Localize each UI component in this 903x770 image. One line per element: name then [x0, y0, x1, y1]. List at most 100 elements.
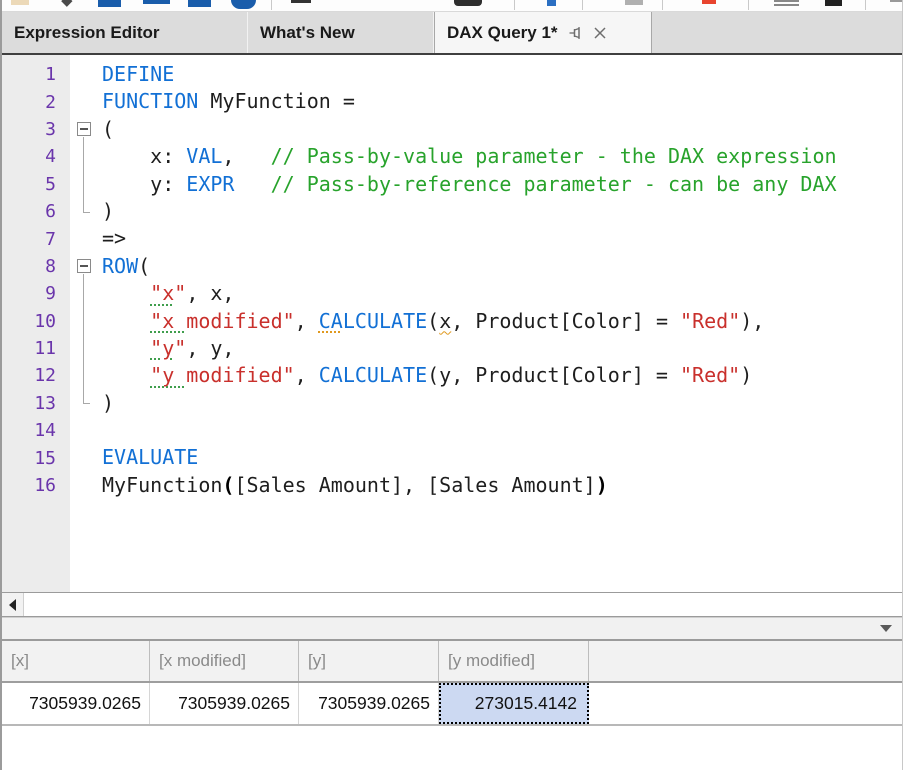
- line-number: 5: [2, 174, 70, 195]
- code-line-text: "y", y,: [102, 335, 234, 362]
- column-header-filler: [589, 641, 902, 681]
- code-line[interactable]: 6): [2, 198, 902, 225]
- toolbar-fragment[interactable]: [61, 0, 72, 7]
- code-line-text: EVALUATE: [102, 444, 198, 471]
- line-number: 10: [2, 311, 70, 332]
- line-number: 12: [2, 365, 70, 386]
- column-header[interactable]: [x modified]: [150, 641, 299, 681]
- results-grid-header: [x][x modified][y][y modified]: [2, 641, 902, 683]
- code-line[interactable]: 5 y: EXPR // Pass-by-reference parameter…: [2, 171, 902, 198]
- close-icon[interactable]: [592, 25, 608, 41]
- tab-whats-new[interactable]: What's New: [248, 12, 434, 53]
- code-line-text: y: EXPR // Pass-by-reference parameter -…: [102, 171, 837, 198]
- line-number: 8: [2, 256, 70, 277]
- line-number: 2: [2, 92, 70, 113]
- result-cell[interactable]: 7305939.0265: [150, 683, 299, 724]
- chevron-down-icon[interactable]: [880, 625, 892, 632]
- code-line-text: "x", x,: [102, 280, 234, 307]
- dax-studio-window: Expression Editor What's New DAX Query 1…: [0, 0, 903, 770]
- toolbar-fragment[interactable]: [231, 0, 256, 9]
- line-number: 4: [2, 146, 70, 167]
- line-number: 9: [2, 283, 70, 304]
- line-number: 16: [2, 475, 70, 496]
- tab-label: DAX Query 1*: [447, 23, 558, 43]
- code-line[interactable]: 11 "y", y,: [2, 335, 902, 362]
- scroll-left-button[interactable]: [2, 593, 24, 616]
- toolbar-fragment[interactable]: [188, 0, 211, 7]
- line-number: 15: [2, 448, 70, 469]
- code-line[interactable]: 2 FUNCTION MyFunction =: [2, 88, 902, 115]
- code-line[interactable]: 4 x: VAL, // Pass-by-value parameter - t…: [2, 143, 902, 170]
- fold-margin: [70, 390, 102, 417]
- tab-expression-editor[interactable]: Expression Editor: [2, 12, 248, 53]
- fold-margin: [70, 143, 102, 170]
- tab-dax-query-1[interactable]: DAX Query 1*: [434, 12, 652, 53]
- code-line-text: x: VAL, // Pass-by-value parameter - the…: [102, 143, 837, 170]
- toolbar-fragment[interactable]: [454, 0, 482, 6]
- toolbar-fragment[interactable]: [98, 0, 121, 7]
- code-line[interactable]: 3(: [2, 116, 902, 143]
- code-line-text: "x modified", CALCULATE(x, Product[Color…: [102, 308, 764, 335]
- code-line[interactable]: 9 "x", x,: [2, 280, 902, 307]
- fold-margin: [70, 335, 102, 362]
- toolbar-fragment[interactable]: [625, 0, 643, 5]
- code-line-text: ): [102, 390, 114, 417]
- column-header[interactable]: [y]: [299, 641, 439, 681]
- code-line[interactable]: 8 ROW(: [2, 253, 902, 280]
- code-line-text: DEFINE: [102, 61, 174, 88]
- code-line[interactable]: 15 EVALUATE: [2, 444, 902, 471]
- result-row-filler: [589, 683, 902, 724]
- collapse-minus-icon[interactable]: [77, 259, 91, 273]
- fold-margin: [70, 225, 102, 252]
- code-editor[interactable]: 1DEFINE2FUNCTION MyFunction =3(4 x: VAL,…: [2, 55, 902, 592]
- code-line-text: =>: [102, 225, 126, 252]
- code-line-text: FUNCTION MyFunction =: [102, 88, 355, 115]
- fold-margin: [70, 198, 102, 225]
- code-line[interactable]: 16MyFunction([Sales Amount], [Sales Amou…: [2, 472, 902, 499]
- line-number: 3: [2, 119, 70, 140]
- tab-label: Expression Editor: [14, 23, 159, 43]
- fold-margin: [70, 362, 102, 389]
- fold-margin: [70, 171, 102, 198]
- results-grid: [x][x modified][y][y modified] 7305939.0…: [2, 639, 902, 726]
- scroll-left-arrow-icon: [9, 599, 16, 611]
- collapse-minus-icon[interactable]: [77, 122, 91, 136]
- code-line-text: ROW(: [102, 253, 150, 280]
- toolbar-fragment[interactable]: [143, 0, 170, 4]
- result-cell[interactable]: 7305939.0265: [2, 683, 150, 724]
- editor-horizontal-scrollbar[interactable]: [2, 592, 902, 617]
- toolbar-fragment[interactable]: [774, 0, 799, 2]
- scrollbar-track[interactable]: [24, 593, 902, 616]
- pin-icon[interactable]: [568, 24, 586, 42]
- fold-margin: [70, 417, 102, 444]
- results-splitter[interactable]: [2, 617, 902, 639]
- selected-result-cell[interactable]: 273015.4142: [439, 683, 589, 724]
- fold-toggle[interactable]: [70, 116, 102, 143]
- fold-margin: [70, 61, 102, 88]
- code-line[interactable]: 10 "x modified", CALCULATE(x, Product[Co…: [2, 308, 902, 335]
- fold-toggle[interactable]: [70, 253, 102, 280]
- line-number: 14: [2, 420, 70, 441]
- toolbar-fragment[interactable]: [547, 0, 556, 6]
- results-grid-row: 7305939.02657305939.02657305939.02652730…: [2, 683, 902, 726]
- fold-margin: [70, 88, 102, 115]
- toolbar-fragment[interactable]: [702, 0, 716, 4]
- code-line[interactable]: 1DEFINE: [2, 61, 902, 88]
- tab-label: What's New: [260, 23, 355, 43]
- fold-margin: [70, 444, 102, 471]
- toolbar-fragment[interactable]: [291, 0, 311, 3]
- result-cell[interactable]: 7305939.0265: [299, 683, 439, 724]
- fold-margin: [70, 280, 102, 307]
- column-header[interactable]: [y modified]: [439, 641, 589, 681]
- code-line[interactable]: 12 "y modified", CALCULATE(y, Product[Co…: [2, 362, 902, 389]
- toolbar-clipped: [2, 0, 902, 12]
- line-number: 6: [2, 201, 70, 222]
- code-line[interactable]: 7=>: [2, 225, 902, 252]
- toolbar-fragment[interactable]: [890, 0, 902, 2]
- toolbar-fragment[interactable]: [11, 0, 29, 5]
- code-line-text: (: [102, 116, 114, 143]
- toolbar-fragment[interactable]: [825, 0, 842, 6]
- code-line[interactable]: 14: [2, 417, 902, 444]
- code-line[interactable]: 13): [2, 390, 902, 417]
- column-header[interactable]: [x]: [2, 641, 150, 681]
